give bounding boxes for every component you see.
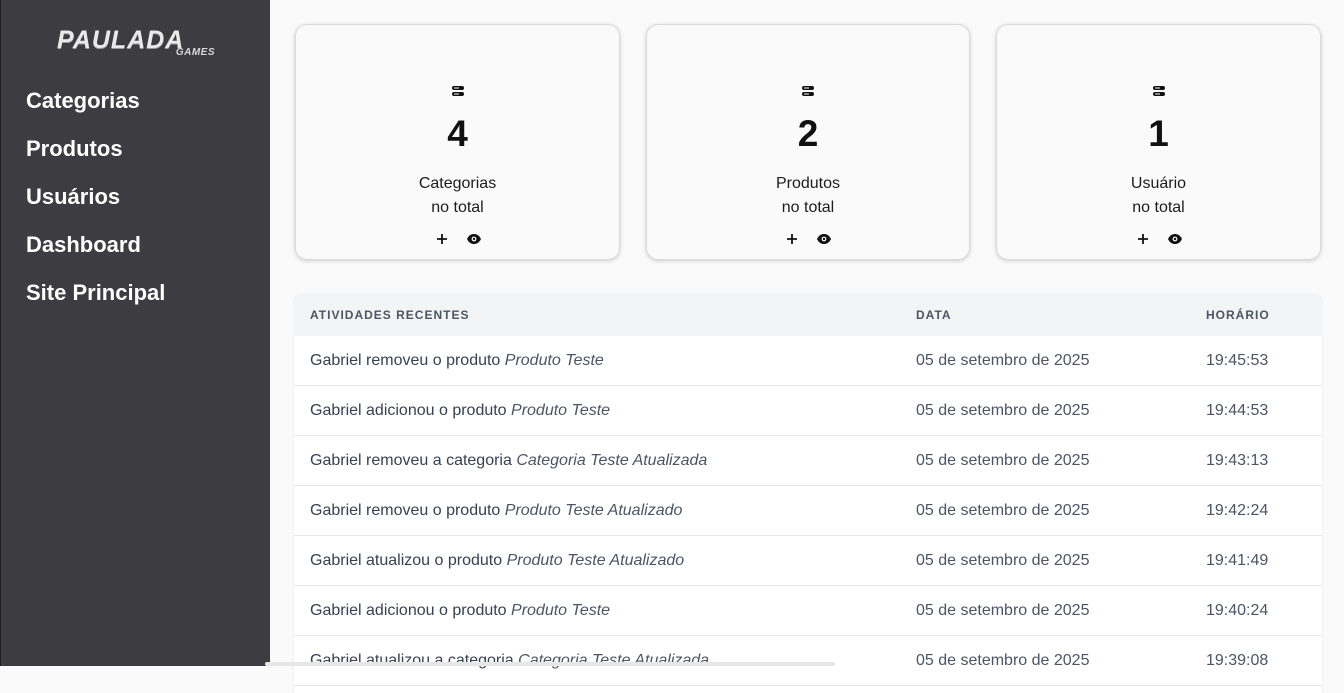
activity-cell: Gabriel removeu o produto Produto Teste … <box>310 502 682 520</box>
date-cell: 05 de setembro de 2025 <box>916 602 1090 619</box>
table-header: ATIVIDADES RECENTES DATA HORÁRIO <box>294 293 1322 336</box>
time-cell: 19:40:24 <box>1206 602 1269 619</box>
stat-label: Usuário <box>1130 175 1187 192</box>
activity-text: Gabriel removeu o produto <box>310 502 501 519</box>
stat-sublabel: no total <box>1132 199 1185 216</box>
logo-sub-text: GAMES <box>175 47 215 58</box>
date-cell: 05 de setembro de 2025 <box>916 452 1090 469</box>
sidebar-item-usuarios[interactable]: Usuários <box>26 182 165 230</box>
activity-item: Produto Teste <box>511 402 611 419</box>
stat-count: 4 <box>447 113 468 154</box>
stat-count: 1 <box>1148 113 1169 154</box>
table-row: Gabriel adicionou o produto Produto Test… <box>294 586 1322 636</box>
header-time: HORÁRIO <box>1206 308 1270 322</box>
stat-label: Produtos <box>775 175 841 192</box>
activity-item: Produto Teste <box>504 352 604 369</box>
stat-count: 2 <box>797 113 819 154</box>
activity-item: Produto Teste Atualizado <box>504 502 683 519</box>
stat-card-usuarios: 1 Usuário no total <box>996 24 1321 260</box>
stat-card-produtos: 2 Produtos no total <box>646 24 970 260</box>
activity-cell: Gabriel adicionou o produto Produto Test… <box>310 602 610 620</box>
activity-text: Gabriel adicionou o produto <box>310 602 507 619</box>
activity-text: Gabriel atualizou a categoria <box>310 652 514 669</box>
table-row: Gabriel atualizou o produto Produto Test… <box>294 536 1322 586</box>
horizontal-scrollbar[interactable] <box>265 662 835 666</box>
table-row: Gabriel removeu o produto Produto Teste … <box>294 486 1322 536</box>
activity-item: Categoria Teste Atualizada <box>516 452 708 469</box>
date-cell: 05 de setembro de 2025 <box>916 652 1090 669</box>
header-date: DATA <box>916 308 952 322</box>
stat-card-categorias: 4 Categorias no total <box>295 24 620 260</box>
date-cell: 05 de setembro de 2025 <box>916 352 1090 369</box>
date-cell: 05 de setembro de 2025 <box>916 552 1090 569</box>
server-icon <box>451 86 464 96</box>
sidebar: PAULADA GAMES Categorias Produtos Usuári… <box>0 0 270 666</box>
table-row: Gabriel atualizou a categoria Categoria … <box>294 636 1322 686</box>
plus-icon <box>787 234 797 244</box>
activity-item: Produto Teste <box>511 602 611 619</box>
activity-cell: Gabriel atualizou a categoria Categoria … <box>310 652 709 670</box>
stat-sublabel: no total <box>781 199 835 216</box>
view-usuarios-button[interactable] <box>1167 231 1183 247</box>
logo[interactable]: PAULADA GAMES <box>57 26 217 62</box>
activity-item: Categoria Teste Atualizada <box>518 652 710 669</box>
view-categorias-button[interactable] <box>466 231 482 247</box>
card-actions <box>997 231 1320 247</box>
time-cell: 19:43:13 <box>1206 452 1269 469</box>
eye-icon <box>817 234 831 244</box>
activity-item: Produto Teste Atualizado <box>506 552 685 569</box>
activity-text: Gabriel adicionou o produto <box>310 402 507 419</box>
time-cell: 19:44:53 <box>1206 402 1269 419</box>
card-actions <box>647 231 969 247</box>
time-cell: 19:42:24 <box>1206 502 1269 519</box>
eye-icon <box>1167 234 1182 244</box>
table-row: Gabriel removeu a categoria Categoria Te… <box>294 436 1322 486</box>
activity-cell: Gabriel atualizou o produto Produto Test… <box>310 552 684 570</box>
sidebar-item-site-principal[interactable]: Site Principal <box>26 278 165 326</box>
table-row: Gabriel adicionou o produto Produto Test… <box>294 386 1322 436</box>
activity-text: Gabriel atualizou o produto <box>310 552 503 569</box>
card-actions <box>296 231 619 247</box>
plus-icon <box>436 234 447 244</box>
server-icon <box>802 86 814 96</box>
plus-icon <box>1137 234 1148 244</box>
activity-text: Gabriel removeu o produto <box>310 352 501 369</box>
activity-cell: Gabriel adicionou o produto Produto Test… <box>310 402 610 420</box>
table-row: Gabriel removeu o produto Produto Teste … <box>294 336 1322 386</box>
server-icon <box>1152 86 1165 96</box>
add-categoria-button[interactable] <box>434 231 450 247</box>
stat-sublabel: no total <box>431 199 484 216</box>
sidebar-nav: Categorias Produtos Usuários Dashboard S… <box>26 86 165 326</box>
stat-label: Categorias <box>418 175 497 192</box>
activity-cell: Gabriel removeu o produto Produto Teste <box>310 352 604 370</box>
activity-text: Gabriel removeu a categoria <box>310 452 512 469</box>
logo-main-text: PAULADA <box>57 26 185 54</box>
sidebar-item-dashboard[interactable]: Dashboard <box>26 230 165 278</box>
time-cell: 19:39:08 <box>1206 652 1269 669</box>
sidebar-item-categorias[interactable]: Categorias <box>26 86 165 134</box>
add-usuario-button[interactable] <box>1135 231 1151 247</box>
time-cell: 19:41:49 <box>1206 552 1269 569</box>
eye-icon <box>466 234 481 244</box>
header-activity: ATIVIDADES RECENTES <box>310 308 470 322</box>
view-produtos-button[interactable] <box>816 231 832 247</box>
time-cell: 19:45:53 <box>1206 352 1269 369</box>
date-cell: 05 de setembro de 2025 <box>916 502 1090 519</box>
activities-table: ATIVIDADES RECENTES DATA HORÁRIO Gabriel… <box>294 293 1322 693</box>
activity-cell: Gabriel removeu a categoria Categoria Te… <box>310 452 707 470</box>
sidebar-item-produtos[interactable]: Produtos <box>26 134 165 182</box>
date-cell: 05 de setembro de 2025 <box>916 402 1090 419</box>
add-produto-button[interactable] <box>784 231 800 247</box>
